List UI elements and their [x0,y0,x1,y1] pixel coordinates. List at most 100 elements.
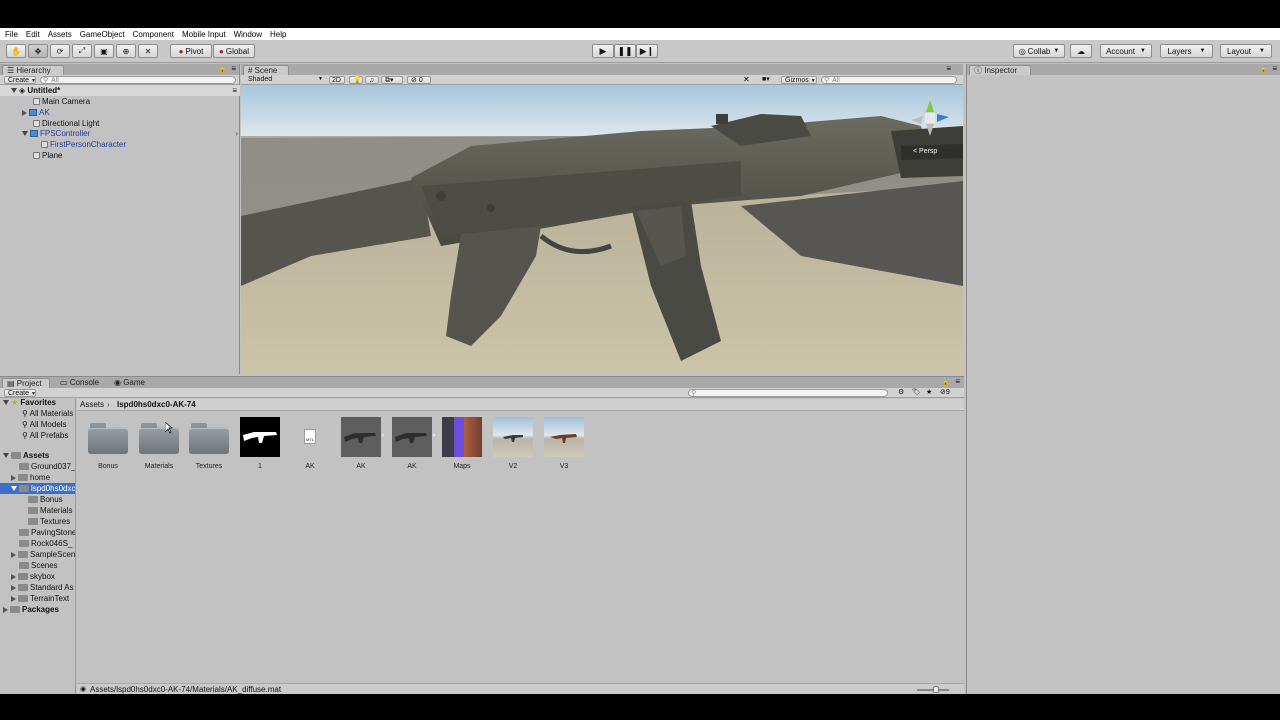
assets-node[interactable]: Assets [3,450,49,461]
chevron-right-icon[interactable]: › [235,128,238,139]
menu-assets[interactable]: Assets [48,30,72,39]
folder-textures[interactable]: Textures [28,516,70,527]
scale-tool-button[interactable]: ⤢ [72,44,92,58]
folder-scenes[interactable]: Scenes [19,560,58,571]
tab-scene[interactable]: # Scene [243,65,289,75]
account-dropdown[interactable]: Account ▼ [1100,44,1152,58]
asset-folder-materials[interactable]: Materials [138,417,180,470]
global-toggle[interactable]: ● Global [213,44,255,58]
tab-game[interactable]: ◉ Game [110,378,152,388]
folder-terraintextures[interactable]: TerrainText [11,593,69,604]
tools-icon[interactable]: ✕ [743,75,750,84]
folder-pavingstone[interactable]: PavingStone [19,527,75,538]
panel-menu-icon[interactable]: ≡ [1272,64,1277,73]
camera-dropdown[interactable]: ■▾ [759,76,777,84]
cloud-button[interactable]: ☁ [1070,44,1092,58]
project-search-input[interactable]: ⚲ [688,389,888,397]
folder-bonus[interactable]: Bonus [28,494,63,505]
folder-materials[interactable]: Materials [28,505,72,516]
move-tool-button[interactable]: ✥ [28,44,48,58]
panel-menu-icon[interactable]: ≡ [946,64,951,73]
favorites-all-prefabs[interactable]: ⚲ All Prefabs [22,430,68,441]
asset-maps[interactable]: Maps [441,417,483,470]
panel-menu-icon[interactable]: ≡ [955,377,960,386]
filter-by-type-icon[interactable]: ⚙ [898,388,904,396]
lock-icon[interactable]: 🔒 [941,378,950,386]
favorites-node[interactable]: ★ Favorites [3,399,56,408]
folder-skybox[interactable]: skybox [11,571,55,582]
star-icon[interactable]: ★ [926,388,932,396]
folder-ground037[interactable]: Ground037_ [19,461,75,472]
asset-model-ak-2[interactable]: ● AK [391,417,436,470]
menu-component[interactable]: Component [133,30,174,39]
folder-standard-assets[interactable]: Standard As [11,582,74,593]
hierarchy-item-firstpersoncharacter[interactable]: FirstPersonCharacter [41,139,126,150]
lock-icon[interactable]: 🔒 [1259,65,1268,73]
breadcrumb-current-folder[interactable]: lspd0hs0dxc0-AK-74 [117,400,196,409]
perspective-label[interactable]: < Persp [913,148,937,155]
custom-tool-button[interactable]: ✕ [138,44,158,58]
play-button[interactable]: ▶ [592,44,614,58]
folder-rock046s[interactable]: Rock046S_ [19,538,72,549]
panel-menu-icon[interactable]: ≡ [231,64,236,73]
favorites-all-materials[interactable]: ⚲ All Materials [22,408,73,419]
scene-orientation-gizmo[interactable] [907,96,953,142]
asset-scene-v3[interactable]: V3 [543,417,585,470]
effects-dropdown[interactable]: ⧉▾ [381,76,403,84]
lock-icon[interactable]: 🔒 [218,65,227,73]
lighting-toggle[interactable]: 💡 [349,76,363,84]
hierarchy-item-main-camera[interactable]: Main Camera [33,96,90,107]
hidden-objects-toggle[interactable]: ⊘ 0 [407,76,431,84]
layout-dropdown[interactable]: Layout ▼ [1220,44,1272,58]
hierarchy-item-fpscontroller[interactable]: FPSController › [22,128,240,139]
audio-toggle[interactable]: ♫ [365,76,379,84]
tab-inspector[interactable]: ⓘ Inspector [969,65,1031,75]
scene-search-input[interactable]: ⚲ All [821,76,957,84]
tab-hierarchy[interactable]: ☰ Hierarchy [2,65,64,75]
zoom-slider[interactable] [917,686,949,693]
rect-tool-button[interactable]: ▣ [94,44,114,58]
hand-tool-button[interactable]: ✋ [6,44,26,58]
hidden-packages-icon[interactable]: ⊘9 [940,388,950,396]
packages-node[interactable]: Packages [3,604,59,615]
asset-scene-v2[interactable]: V2 [492,417,534,470]
collab-dropdown[interactable]: ◎ Collab ▼ [1013,44,1065,58]
menu-edit[interactable]: Edit [26,30,40,39]
asset-model-ak-1[interactable]: ● AK [340,417,385,470]
menu-window[interactable]: Window [234,30,262,39]
scene-root-row[interactable]: ◈ Untitled* ≡ [0,85,240,96]
2d-toggle[interactable]: 2D [329,76,345,84]
folder-samplescenes[interactable]: SampleScen [11,549,75,560]
hierarchy-search-input[interactable]: ⚲ All [40,76,236,84]
menu-gameobject[interactable]: GameObject [80,30,125,39]
tab-project[interactable]: ▤ Project [2,378,50,388]
hierarchy-item-ak[interactable]: AK [22,107,50,118]
asset-mtl-ak[interactable]: MTL AK [289,417,331,470]
expand-arrow-icon[interactable]: ● [432,432,436,439]
zoom-slider-handle[interactable] [933,686,939,693]
tab-console[interactable]: ▭ Console [56,378,104,388]
folder-home[interactable]: home [11,472,50,483]
shading-mode-dropdown[interactable]: Shaded ▼ [245,76,325,84]
folder-lspd0hs0dxc-selected[interactable]: lspd0hs0dxc [0,483,75,494]
asset-folder-bonus[interactable]: Bonus [87,417,129,470]
project-create-dropdown[interactable]: Create ▼ [4,389,36,397]
hierarchy-item-plane[interactable]: Plane [33,150,62,161]
asset-folder-textures[interactable]: Textures [188,417,230,470]
menu-mobile-input[interactable]: Mobile Input [182,30,226,39]
pause-button[interactable]: ❚❚ [614,44,636,58]
hierarchy-create-dropdown[interactable]: Create ▼ [4,76,36,84]
scene-menu-icon[interactable]: ≡ [232,85,237,96]
menu-help[interactable]: Help [270,30,286,39]
favorites-all-models[interactable]: ⚲ All Models [22,419,67,430]
layers-dropdown[interactable]: Layers ▼ [1160,44,1213,58]
scene-viewport[interactable]: < Persp [241,86,963,374]
expand-arrow-icon[interactable]: ● [381,432,385,439]
step-button[interactable]: ▶❙ [636,44,658,58]
menu-file[interactable]: File [5,30,18,39]
gizmos-dropdown[interactable]: Gizmos ▼ [781,76,817,84]
pivot-toggle[interactable]: ● Pivot [170,44,212,58]
rotate-tool-button[interactable]: ⟳ [50,44,70,58]
asset-image-1[interactable]: 1 [239,417,281,470]
breadcrumb-assets[interactable]: Assets [80,400,104,409]
